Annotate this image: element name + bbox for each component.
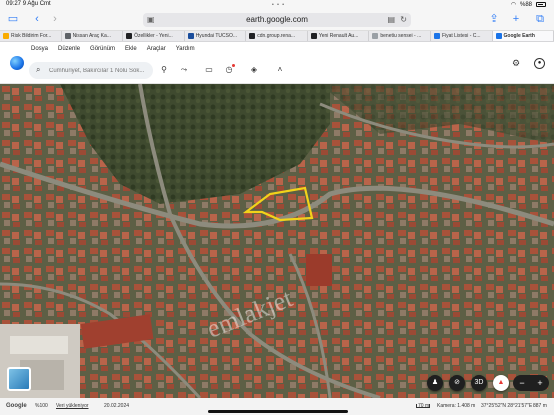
search-input[interactable]: [49, 65, 149, 76]
tab-cdn[interactable]: cdn.group.rena...: [246, 31, 308, 41]
pegman-icon[interactable]: ♟: [427, 375, 443, 391]
menu-gorunum[interactable]: Görünüm: [90, 46, 115, 52]
wifi-icon: ◠: [510, 2, 516, 8]
tab-google-earth[interactable]: Google Earth: [492, 31, 554, 41]
forward-icon[interactable]: ›: [48, 12, 62, 26]
status-right: ◠ %88: [511, 1, 546, 8]
tab-label: Özellikler - Yeni...: [134, 33, 173, 39]
satellite-map[interactable]: emlakjet: [0, 84, 554, 398]
tab-risk[interactable]: Risk Bildirim For...: [0, 31, 62, 41]
scale-bar: [416, 404, 430, 408]
tab-label: Fiyat Listesi - C...: [441, 33, 481, 39]
url-text: earth.google.com: [246, 15, 308, 24]
google-earth-logo[interactable]: [10, 56, 24, 70]
zoom-controls: − +: [513, 375, 549, 391]
status-bar: 09:27 9 Ağu Cmt • • • ◠ %88: [0, 0, 554, 9]
earth-menu: Dosya Düzenle Görünüm Ekle Araçlar Yardı…: [31, 46, 195, 52]
tab-favicon-icon: [3, 33, 9, 39]
toggle-3d-button[interactable]: 3D: [471, 375, 487, 391]
tabs-icon[interactable]: ⧉: [533, 12, 547, 26]
multitask-dots[interactable]: • • •: [272, 2, 285, 8]
tab-renault[interactable]: Yeni Renault Au...: [308, 31, 370, 41]
home-indicator[interactable]: [208, 410, 348, 413]
notification-dot: [232, 64, 235, 67]
reload-icon[interactable]: ↻: [400, 15, 407, 24]
data-loading-status[interactable]: Veri yükleniyor: [56, 403, 89, 409]
back-icon[interactable]: ‹: [30, 12, 44, 26]
zoom-level: %100: [35, 403, 48, 409]
menu-yardim[interactable]: Yardım: [176, 46, 195, 52]
tab-label: Risk Bildirim For...: [11, 33, 52, 39]
tab-fiyat[interactable]: Fiyat Listesi - C...: [431, 31, 493, 41]
tab-label: Nissan Araç Ka...: [72, 33, 111, 39]
tab-favicon-icon: [372, 33, 379, 39]
status-time: 09:27 9 Ağu Cmt: [6, 1, 51, 7]
tab-favicon-icon: [64, 33, 71, 39]
menu-ekle[interactable]: Ekle: [125, 46, 137, 52]
tab-label: Google Earth: [503, 33, 535, 39]
satellite-imagery: [0, 84, 554, 398]
tab-favicon-icon: [249, 33, 256, 39]
menu-araclar[interactable]: Araçlar: [147, 46, 166, 52]
battery-icon: [536, 2, 546, 7]
search-icon: ⌕: [36, 65, 41, 74]
tab-label: Yeni Renault Au...: [318, 33, 359, 39]
camera-altitude: Kamera: 1.408 m: [437, 403, 476, 409]
tab-nissan[interactable]: Nissan Araç Ka...: [62, 31, 124, 41]
tab-strip: Risk Bildirim For... Nissan Araç Ka... Ö…: [0, 30, 554, 42]
location-pin-icon[interactable]: ⚲: [158, 64, 170, 76]
tab-label: cdn.group.rena...: [257, 33, 296, 39]
ruler-icon[interactable]: ▭: [203, 64, 215, 76]
imagery-date: 20.02.2024: [104, 403, 130, 409]
tab-favicon-icon: [495, 33, 502, 39]
new-tab-icon[interactable]: +: [509, 12, 523, 26]
tab-ozellikler[interactable]: Özellikler - Yeni...: [123, 31, 185, 41]
path-tool-icon[interactable]: ⤳: [178, 64, 190, 76]
settings-gear-icon[interactable]: ⚙: [512, 58, 520, 69]
coordinates: 37°25'52"N 28°21'57"E: [481, 403, 533, 409]
menu-duzenle[interactable]: Düzenle: [58, 46, 80, 52]
tab-favicon-icon: [126, 33, 133, 39]
map-style-thumbnail[interactable]: [7, 367, 31, 391]
menu-dosya[interactable]: Dosya: [31, 46, 48, 52]
search-box[interactable]: ⌕: [29, 62, 153, 79]
tab-hyundai[interactable]: Hyundai TUCSO...: [185, 31, 247, 41]
elevation: 887 m: [533, 403, 547, 409]
tab-benetiu[interactable]: benetiu sensei - ...: [369, 31, 431, 41]
layers-icon[interactable]: ◈: [248, 64, 260, 76]
tab-favicon-icon: [310, 33, 317, 39]
google-logo: Google: [6, 403, 27, 409]
account-icon[interactable]: ●: [534, 58, 545, 69]
tab-label: benetiu sensei - ...: [380, 33, 422, 39]
compass-icon[interactable]: ▲: [493, 375, 509, 391]
zoom-in-button[interactable]: +: [537, 378, 542, 388]
address-bar[interactable]: ▣ earth.google.com ▤ ↻: [143, 13, 411, 27]
zoom-out-button[interactable]: −: [519, 378, 524, 388]
browser-toolbar: ▭ ‹ › ▣ earth.google.com ▤ ↻ ⇪ + ⧉: [0, 9, 554, 30]
battery-percent: %88: [519, 1, 532, 8]
hide-icon[interactable]: ⊘: [449, 375, 465, 391]
sidebar-icon[interactable]: ▭: [6, 12, 20, 26]
share-icon[interactable]: ⇪: [487, 12, 501, 26]
tab-favicon-icon: [187, 33, 194, 39]
chevron-up-icon[interactable]: ˄: [274, 64, 286, 76]
tab-favicon-icon: [433, 33, 440, 39]
tab-label: Hyundai TUCSO...: [195, 33, 237, 39]
reader-icon[interactable]: ▤: [387, 15, 395, 24]
history-icon[interactable]: ◷: [223, 64, 235, 76]
